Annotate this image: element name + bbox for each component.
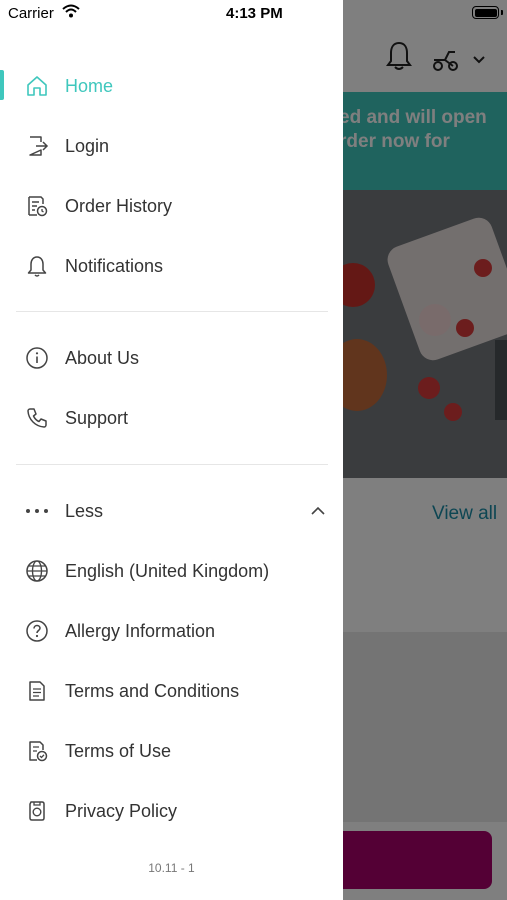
menu-item-label: Allergy Information [65,620,216,641]
more-toggle-label: Less [65,500,104,521]
menu-item-label: Privacy Policy [65,800,178,821]
document-icon [24,678,50,704]
menu-item-allergy-information[interactable]: Allergy Information [0,605,343,657]
status-bar: Carrier 4:13 PM [0,0,507,28]
login-icon [24,133,50,159]
menu-item-language[interactable]: English (United Kingdom) [0,545,343,597]
menu-item-terms-and-conditions[interactable]: Terms and Conditions [0,665,343,717]
question-icon [24,618,50,644]
app-version: 10.11 - 1 [148,861,195,875]
menu-divider [16,311,328,312]
menu-item-label: English (United Kingdom) [65,560,270,581]
menu-item-label: About Us [65,347,140,368]
menu-divider [16,464,328,465]
side-drawer: Home Login Order History Notifications A… [0,0,343,900]
carrier-label: Carrier [8,5,54,22]
document-check-icon [24,738,50,764]
menu-item-label: Terms of Use [65,740,172,761]
menu-item-privacy-policy[interactable]: Privacy Policy [0,785,343,837]
status-time: 4:13 PM [226,5,283,22]
menu-item-login[interactable]: Login [0,120,343,172]
menu-item-label: Notifications [65,255,164,276]
menu-item-label: Terms and Conditions [65,680,240,701]
wifi-icon [62,4,80,18]
menu-item-label: Order History [65,195,173,216]
menu-item-terms-of-use[interactable]: Terms of Use [0,725,343,777]
globe-icon [24,558,50,584]
more-dots-icon [24,498,50,524]
menu-item-home[interactable]: Home [0,60,343,112]
menu-item-notifications[interactable]: Notifications [0,240,343,292]
order-history-icon [24,193,50,219]
menu-item-label: Support [65,407,129,428]
menu-item-about-us[interactable]: About Us [0,332,343,384]
battery-icon [472,6,503,19]
menu-item-label: Login [65,135,110,156]
more-toggle[interactable]: Less [0,485,343,537]
bell-icon [24,253,50,279]
home-icon [24,73,50,99]
menu-item-order-history[interactable]: Order History [0,180,343,232]
info-icon [24,345,50,371]
menu-item-label: Home [65,75,114,96]
privacy-icon [24,798,50,824]
menu-item-support[interactable]: Support [0,392,343,444]
chevron-up-icon [311,506,325,515]
phone-icon [24,405,50,431]
